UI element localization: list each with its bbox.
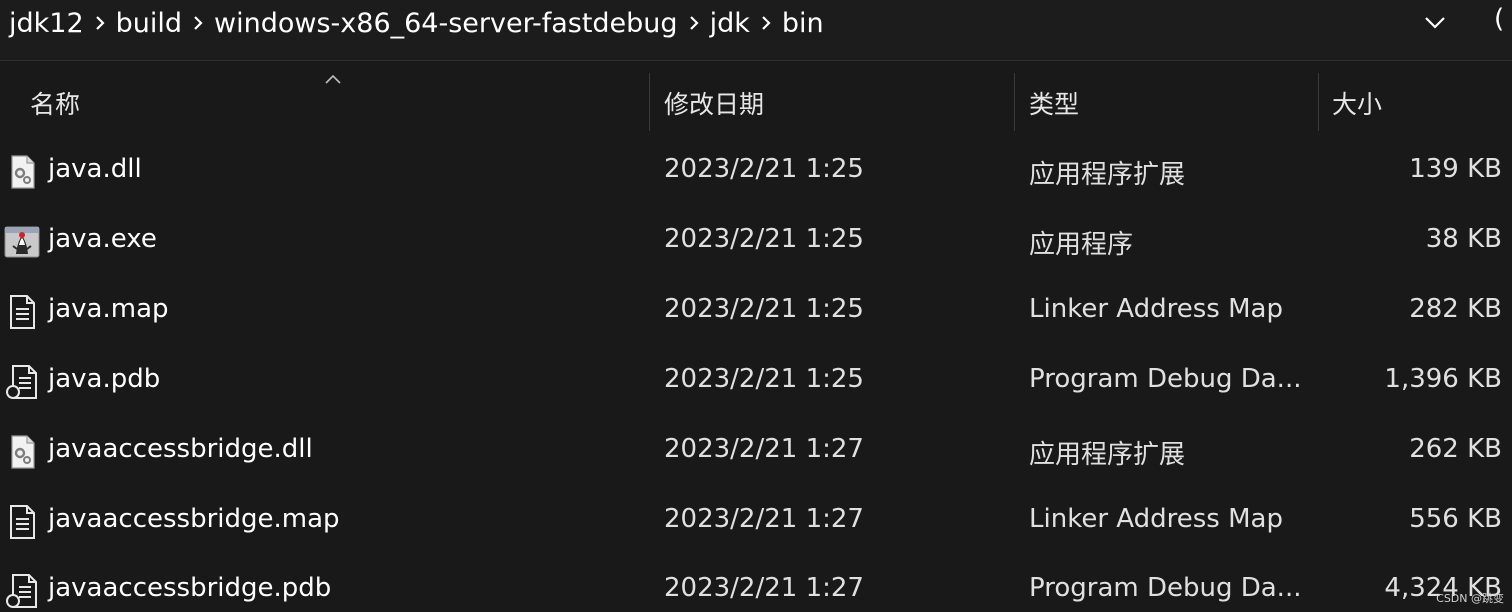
file-name[interactable]: java.exe [48,224,157,254]
text-file-icon [4,294,40,330]
chevron-right-icon[interactable] [751,5,781,41]
pdb-file-icon [4,364,40,400]
file-type: Program Debug Da... [1029,573,1302,603]
chevron-right-icon[interactable] [183,5,213,41]
file-name[interactable]: java.pdb [48,364,160,394]
file-modified-date: 2023/2/21 1:27 [664,573,864,603]
address-history-dropdown-button[interactable] [1416,6,1454,40]
file-modified-date: 2023/2/21 1:25 [664,294,864,324]
file-modified-date: 2023/2/21 1:27 [664,434,864,464]
chevron-down-icon [1425,17,1445,29]
file-row[interactable]: javaaccessbridge.pdb 2023/2/21 1:27 Prog… [0,558,1512,612]
file-type: Linker Address Map [1029,294,1283,324]
breadcrumb-item-jdk12[interactable]: jdk12 [8,8,85,39]
breadcrumb-item-jdk[interactable]: jdk [709,8,751,39]
file-modified-date: 2023/2/21 1:25 [664,154,864,184]
file-size: 262 KB [1409,434,1502,464]
file-size: 38 KB [1425,224,1502,254]
column-divider[interactable] [1318,73,1319,131]
file-type: 应用程序 [1029,230,1134,260]
file-name[interactable]: javaaccessbridge.dll [48,434,313,464]
column-header-type[interactable]: 类型 [1029,85,1079,121]
column-header-row: 名称 修改日期 类型 大小 [0,61,1512,141]
file-name[interactable]: java.map [48,294,169,324]
column-header-name[interactable]: 名称 [30,85,80,121]
column-divider[interactable] [649,73,650,131]
file-modified-date: 2023/2/21 1:27 [664,504,864,534]
file-row[interactable]: java.pdb 2023/2/21 1:25 Program Debug Da… [0,349,1512,419]
breadcrumb-item-build[interactable]: build [115,8,183,39]
file-name[interactable]: javaaccessbridge.map [48,504,340,534]
watermark: CSDN @跳变 [1436,592,1504,605]
file-size: 282 KB [1409,294,1502,324]
column-header-modified[interactable]: 修改日期 [664,85,764,121]
file-modified-date: 2023/2/21 1:25 [664,364,864,394]
file-modified-date: 2023/2/21 1:25 [664,224,864,254]
file-row[interactable]: javaaccessbridge.map 2023/2/21 1:27 Link… [0,489,1512,559]
java-exe-icon [4,224,40,260]
text-file-icon [4,504,40,540]
file-row[interactable]: java.map 2023/2/21 1:25 Linker Address M… [0,279,1512,349]
file-row[interactable]: java.exe 2023/2/21 1:25 应用程序 38 KB [0,209,1512,279]
file-row[interactable]: javaaccessbridge.dll 2023/2/21 1:27 应用程序… [0,419,1512,489]
chevron-right-icon[interactable] [679,5,709,41]
breadcrumb-item-bin[interactable]: bin [781,8,825,39]
file-row[interactable]: java.dll 2023/2/21 1:25 应用程序扩展 139 KB [0,139,1512,209]
file-size: 1,396 KB [1384,364,1502,394]
dll-file-icon [4,434,40,470]
pdb-file-icon [4,573,40,609]
dll-file-icon [4,154,40,190]
breadcrumb: jdk12 build windows-x86_64-server-fastde… [8,5,825,41]
file-type: 应用程序扩展 [1029,440,1186,470]
file-name[interactable]: javaaccessbridge.pdb [48,573,331,603]
file-type: 应用程序扩展 [1029,160,1186,190]
chevron-right-icon[interactable] [85,5,115,41]
breadcrumb-item-windows-x86-64-server-fastdebug[interactable]: windows-x86_64-server-fastdebug [213,8,679,39]
address-bar: jdk12 build windows-x86_64-server-fastde… [0,0,1512,61]
file-type: Linker Address Map [1029,504,1283,534]
sort-ascending-icon [325,69,341,88]
toolbar-edge-glyph[interactable]: ( [1494,4,1504,34]
file-type: Program Debug Da... [1029,364,1302,394]
column-divider[interactable] [1014,73,1015,131]
file-size: 556 KB [1409,504,1502,534]
column-header-size[interactable]: 大小 [1332,85,1382,121]
file-size: 139 KB [1409,154,1502,184]
file-name[interactable]: java.dll [48,154,142,184]
